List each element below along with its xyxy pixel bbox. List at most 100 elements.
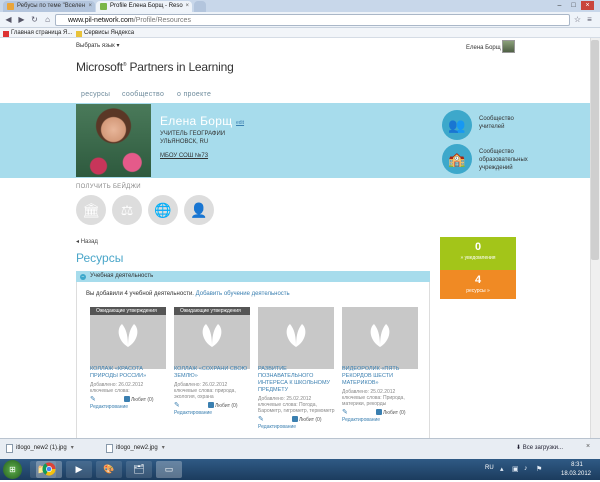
taskbar-window-icon[interactable]: ▭ <box>156 461 182 478</box>
resource-title[interactable]: ПРИРОДЫ РОССИИ» <box>90 373 168 380</box>
download-item[interactable]: itlogo_new2 (1).jpg ▾ <box>4 441 100 456</box>
pending-badge: Ожидающие утверждения <box>174 307 250 315</box>
resource-title[interactable]: ПРЕДМЕТУ <box>258 387 336 394</box>
address-bar[interactable]: www.pil-network.com/Profile/Resources <box>55 14 570 26</box>
forward-arrow-icon[interactable]: ▶ <box>16 14 27 25</box>
bookmark-star-icon[interactable]: ☆ <box>572 14 583 25</box>
tab-rebus[interactable]: Ребусы по теме "Вселен × <box>3 1 95 12</box>
edit-resource-link[interactable]: Редактирование <box>174 410 212 416</box>
back-arrow-icon[interactable]: ◀ <box>3 14 14 25</box>
badge-person-icon[interactable]: 👤 <box>184 195 214 225</box>
close-icon[interactable]: × <box>586 443 590 450</box>
reload-icon[interactable]: ↻ <box>29 14 40 25</box>
resource-meta: Барометр, гигрометр, термометр <box>258 408 335 414</box>
user-name[interactable]: Елена Борщ <box>466 45 501 51</box>
like-button[interactable]: Любит (0) <box>208 402 237 409</box>
logo-reg-mark: ® <box>122 62 127 68</box>
minimize-icon[interactable]: – <box>553 1 566 10</box>
activity-section-header[interactable]: − Учебная деятельность <box>76 271 430 282</box>
edit-resource-link[interactable]: Редактирование <box>258 424 296 430</box>
notifications-stat[interactable]: 0 » уведомления <box>440 237 516 270</box>
start-button[interactable]: ⊞ <box>3 460 22 479</box>
nav-community[interactable]: сообщество <box>122 91 164 98</box>
add-activity-link[interactable]: Добавить обучение деятельность <box>196 291 290 297</box>
resource-title[interactable]: КОЛЛАЖ «СОХРАНИ СВОЮ <box>174 366 252 373</box>
resources-stat[interactable]: 4 ресурсы » <box>440 270 516 299</box>
like-label: Любит (0) <box>383 410 406 416</box>
close-icon[interactable]: × <box>185 1 189 12</box>
teachers-community-link[interactable]: Сообщество учителей <box>479 115 514 131</box>
institutions-community-icon[interactable]: 🏫 <box>442 144 472 174</box>
thumbs-up-icon <box>292 416 298 422</box>
tray-arrow-icon[interactable]: ▴ <box>500 465 504 473</box>
download-item[interactable]: itlogo_new2.jpg ▾ <box>104 441 194 456</box>
pencil-icon[interactable]: ✎ <box>258 415 264 423</box>
badge-globe-icon[interactable]: 🌐 <box>148 195 178 225</box>
taskbar-media-icon[interactable]: ▶ <box>66 461 92 478</box>
institutions-community-link[interactable]: Сообщество образовательных учреждений <box>479 148 528 172</box>
like-button[interactable]: Любит (0) <box>292 416 321 423</box>
bookmark-yandex-services[interactable]: Сервисы Яндекса <box>76 29 134 38</box>
resource-title[interactable]: ЗЕМЛЮ» <box>174 373 252 380</box>
close-window-icon[interactable]: × <box>581 1 594 10</box>
all-downloads-link[interactable]: ⬇ Все загрузки... <box>516 444 563 451</box>
resource-title[interactable]: РЕКОРДОВ ШЕСТИ <box>342 373 420 380</box>
close-icon[interactable]: × <box>88 1 92 12</box>
settings-wrench-icon[interactable]: ≡ <box>584 14 595 25</box>
taskbar-folder-icon[interactable]: 🗂 <box>126 461 152 478</box>
edit-resource-link[interactable]: Редактирование <box>90 404 128 410</box>
tab-profile[interactable]: Profile Елена Борщ - Reso × <box>96 1 192 12</box>
badge-scales-icon[interactable]: ⚖ <box>112 195 142 225</box>
resource-thumbnail[interactable] <box>174 307 250 369</box>
resource-title[interactable]: КОЛЛАЖ «КРАСОТА <box>90 366 168 373</box>
community-label-line: Сообщество <box>479 116 514 122</box>
taskbar-paint-icon[interactable]: 🎨 <box>96 461 122 478</box>
resource-meta: экология, охрана <box>174 394 214 400</box>
resource-title[interactable]: ВИДЕОРОЛИК «ПЯТЬ <box>342 366 420 373</box>
pencil-icon[interactable]: ✎ <box>342 408 348 416</box>
language-indicator[interactable]: RU <box>485 465 494 471</box>
badge-columns-icon[interactable]: 🏛 <box>76 195 106 225</box>
notifications-count: 0 <box>474 241 482 253</box>
pencil-icon[interactable]: ✎ <box>174 401 180 409</box>
new-tab-button[interactable] <box>194 1 206 12</box>
like-button[interactable]: Любит (0) <box>376 409 405 416</box>
site-logo[interactable]: Microsoft® Partners in Learning <box>76 60 234 74</box>
leaf-icon <box>118 324 138 347</box>
taskbar-chrome-icon[interactable] <box>36 461 62 478</box>
tab-label: Ребусы по теме "Вселен <box>17 3 86 9</box>
resource-title[interactable]: МАТЕРИКОВ» <box>342 380 420 387</box>
like-label: Любит (0) <box>299 417 322 423</box>
network-icon[interactable]: ▣ <box>512 465 519 473</box>
language-select[interactable]: Выбрать язык ▾ <box>76 42 119 49</box>
resource-title[interactable]: РАЗВИТИЕ <box>258 366 336 373</box>
profile-edit-link[interactable]: edit <box>236 120 244 126</box>
pencil-icon[interactable]: ✎ <box>90 395 96 403</box>
edit-resource-link[interactable]: Редактирование <box>342 417 380 423</box>
download-filename: itlogo_new2 (1).jpg <box>16 445 67 451</box>
resource-thumbnail[interactable] <box>90 307 166 369</box>
resource-thumbnail[interactable] <box>258 307 334 369</box>
profile-school-link[interactable]: МБОУ СОШ №73 <box>160 153 208 159</box>
avatar[interactable] <box>502 40 515 53</box>
clock-date[interactable]: 18.03.2012 <box>556 471 596 477</box>
bookmark-yandex-home[interactable]: Главная страница Я... <box>3 29 72 38</box>
pending-badge: Ожидающие утверждения <box>90 307 166 315</box>
clock-time[interactable]: 8:31 <box>562 462 592 468</box>
nav-about[interactable]: о проекте <box>177 91 211 98</box>
home-icon[interactable]: ⌂ <box>42 14 53 25</box>
back-link[interactable]: ◂ Назад <box>76 238 98 245</box>
resource-title[interactable]: ИНТЕРЕСА К ШКОЛЬНОМУ <box>258 380 336 387</box>
scrollbar-thumb[interactable] <box>591 40 599 260</box>
resource-title[interactable]: ПОЗНАВАТЕЛЬНОГО <box>258 373 336 380</box>
like-button[interactable]: Любит (0) <box>124 396 153 403</box>
volume-icon[interactable]: ♪ <box>524 465 528 472</box>
teachers-community-icon[interactable]: 👥 <box>442 110 472 140</box>
community-label-line: учреждений <box>479 165 513 171</box>
flag-icon[interactable]: ⚑ <box>536 465 542 473</box>
nav-resources[interactable]: ресурсы <box>81 91 110 98</box>
maximize-icon[interactable]: □ <box>567 1 580 10</box>
resource-thumbnail[interactable] <box>342 307 418 369</box>
tab-favicon <box>100 3 107 10</box>
resource-meta: материки, рекорды <box>342 401 387 407</box>
